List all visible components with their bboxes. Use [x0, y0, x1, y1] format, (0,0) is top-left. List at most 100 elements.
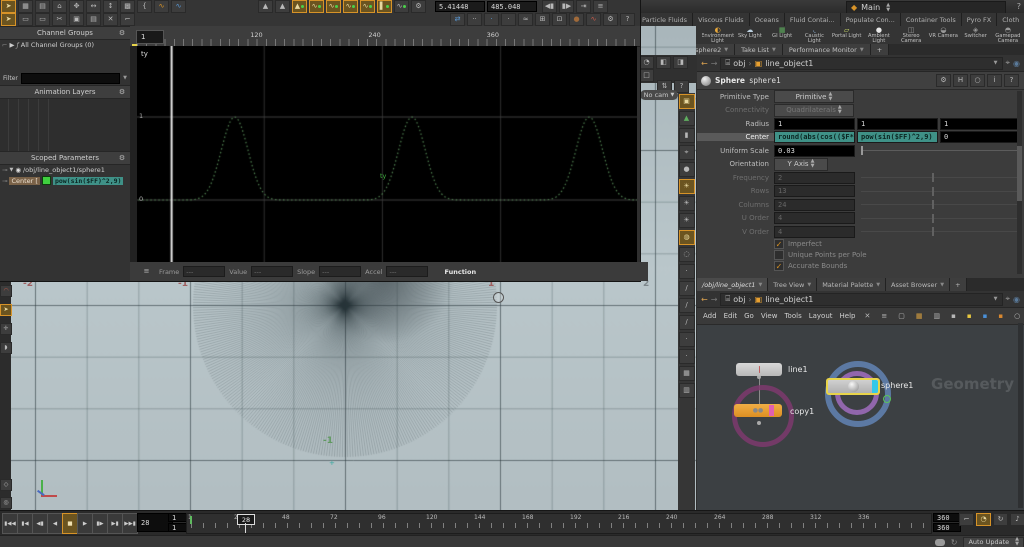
forward-icon[interactable]: → — [711, 295, 718, 304]
cursor-value-readout[interactable]: 485.048 — [487, 1, 537, 12]
auto-key-button[interactable]: ⌐ — [959, 513, 974, 526]
wire-shade-icon[interactable]: □ — [639, 69, 654, 82]
flipbook-icon[interactable]: ◎ — [0, 497, 12, 509]
menu-edit[interactable]: Edit — [724, 312, 738, 320]
param-checkbox[interactable]: ✓ — [774, 261, 784, 271]
network-tab-tree-view[interactable]: Tree View▼ — [768, 278, 817, 291]
headlight-icon[interactable]: ☀ — [679, 179, 695, 194]
shelf-tab-pyro-fx[interactable]: Pyro FX — [962, 13, 998, 26]
net-list-icon[interactable]: ≡ — [880, 310, 888, 323]
high-quality-lights-icon[interactable]: ☀ — [679, 213, 695, 228]
key-paste-icon[interactable]: ∿ — [394, 0, 409, 13]
menu-add[interactable]: Add — [703, 312, 717, 320]
vector-red-icon[interactable]: ∿ — [586, 13, 601, 26]
node-copy1[interactable]: ●● — [734, 404, 782, 417]
param-dropdown[interactable]: Y Axis▲▼ — [774, 158, 828, 171]
animation-curve-graph[interactable] — [137, 46, 637, 262]
sphere-brown-icon[interactable]: ● — [569, 13, 584, 26]
main-help-icon[interactable]: ? — [1017, 2, 1021, 11]
loop-mode-button[interactable]: ↻ — [993, 513, 1008, 526]
switcher-tool[interactable]: ◈Switcher — [960, 26, 992, 44]
key-scale-icon[interactable]: ∿ — [326, 0, 341, 13]
settings-gear-icon[interactable]: ⚙ — [603, 13, 618, 26]
graph-frame-ruler[interactable]: 1 120240360 — [130, 26, 640, 47]
key-bar-icon[interactable]: ▌ — [377, 0, 392, 13]
environment-light-tool[interactable]: ◐Environment Light — [702, 26, 734, 44]
param-search-icon[interactable]: ○ — [970, 74, 985, 87]
dots2-icon[interactable]: ·· — [467, 13, 482, 26]
paste-keys-icon[interactable]: ▤ — [86, 13, 101, 26]
param-field[interactable]: 1 — [940, 118, 1021, 130]
portal-light-tool[interactable]: ▱Portal Light — [831, 26, 863, 44]
net-tools-icon[interactable]: ✕ — [863, 310, 871, 323]
menu-layout[interactable]: Layout — [809, 312, 833, 320]
camera-view-icon[interactable]: ▣ — [679, 94, 695, 109]
param-slider[interactable] — [861, 231, 1018, 232]
shade-mode-icon[interactable]: ◧ — [656, 56, 671, 69]
handle-b-icon[interactable]: / — [679, 298, 695, 313]
pin-icon[interactable]: ⌖ — [1006, 294, 1011, 304]
handle-a-icon[interactable]: / — [679, 281, 695, 296]
anim-gear-icon[interactable]: ⚙ — [411, 0, 426, 13]
network-breadcrumb[interactable]: ⌸obj › ▣line_object1 ▼ — [720, 293, 1002, 306]
param-dropdown[interactable]: Primitive▲▼ — [774, 90, 854, 103]
animation-layers-gear-icon[interactable]: ⚙ — [117, 88, 127, 97]
net-grid2-icon[interactable]: ▥ — [932, 310, 941, 323]
key-add-icon[interactable]: ▲ — [292, 0, 307, 13]
next-keyframe-button[interactable]: ▶▮ — [107, 513, 123, 534]
pin-view-icon[interactable]: ⌖ — [679, 145, 695, 160]
realtime-toggle-button[interactable]: ◔ — [976, 513, 991, 526]
shadows-icon[interactable]: ◍ — [679, 230, 695, 245]
audio-options-button[interactable]: ♪ — [1010, 513, 1024, 526]
param-slider[interactable] — [861, 191, 1018, 192]
param-help-icon[interactable]: ? — [1004, 74, 1019, 87]
param-field[interactable]: round(abs(cos(($F*36 — [774, 131, 855, 143]
node-line1[interactable]: / — [736, 363, 782, 376]
menu-view[interactable]: View — [761, 312, 778, 320]
param-slider[interactable] — [861, 218, 1018, 219]
shelf-tab-populate-con-[interactable]: Populate Con... — [841, 13, 901, 26]
panel-a-icon[interactable]: ⊞ — [535, 13, 550, 26]
box-select-icon[interactable]: ▭ — [18, 13, 33, 26]
menu-go[interactable]: Go — [744, 312, 754, 320]
graph-view-icon[interactable]: ▩ — [120, 0, 135, 13]
pivot-handle[interactable] — [493, 292, 504, 303]
sky-light-tool[interactable]: ☁Sky Light — [734, 26, 766, 44]
channel-groups-gear-icon[interactable]: ⚙ — [117, 29, 127, 38]
gamepad-camera-tool[interactable]: ◓Gamepad Camera — [992, 26, 1024, 44]
footer-value-field[interactable]: --- — [251, 266, 293, 277]
fit-vertical-icon[interactable]: ↕ — [103, 0, 118, 13]
param-checkbox[interactable] — [774, 250, 784, 260]
param-field[interactable]: 2 — [774, 172, 855, 184]
play-button[interactable]: ▶ — [77, 513, 93, 534]
scoped-parameters-gear-icon[interactable]: ⚙ — [117, 154, 127, 163]
group-list-icon[interactable]: ▥ — [679, 383, 695, 398]
smooth-icon[interactable]: ≈ — [518, 13, 533, 26]
menu-tools[interactable]: Tools — [784, 312, 801, 320]
pane-tab-performance-monitor[interactable]: Performance Monitor▼ — [783, 44, 871, 55]
cut-keys-icon[interactable]: ✂ — [52, 13, 67, 26]
channel-name-chip[interactable]: Center [ — [9, 177, 39, 185]
auto-update-selector[interactable]: Auto Update ▲▼ — [963, 537, 1024, 547]
houdini-badge-icon[interactable]: H — [953, 74, 968, 87]
dopesheet-icon[interactable]: { — [137, 0, 152, 13]
current-frame-marker[interactable]: 28 — [237, 514, 255, 525]
panel-b-icon[interactable]: ⊡ — [552, 13, 567, 26]
select-mode-icon[interactable]: ➤ — [0, 304, 12, 316]
node-name-field[interactable]: sphere1 — [749, 76, 781, 85]
reflections-icon[interactable]: ◌ — [679, 247, 695, 262]
param-slider[interactable] — [861, 177, 1018, 178]
key-pointer-1-icon[interactable]: ▲ — [258, 0, 273, 13]
dot-a-icon[interactable]: · — [679, 264, 695, 279]
prev-keyframe-button[interactable]: ▮◀ — [17, 513, 33, 534]
pointer-tool-icon[interactable]: ➤ — [1, 13, 16, 26]
list-menu-icon[interactable]: ≡ — [593, 0, 608, 13]
frame-all-icon[interactable]: ✥ — [69, 0, 84, 13]
pin-icon[interactable]: ⌖ — [1006, 58, 1011, 68]
goto-frame-icon[interactable]: ⇥ — [576, 0, 591, 13]
goto-end-button[interactable]: ▶▶▮ — [122, 513, 138, 534]
dot-blue-icon[interactable]: · — [484, 13, 499, 26]
translate-mode-icon[interactable]: ✛ — [0, 323, 12, 335]
fit-horizontal-icon[interactable]: ↔ — [86, 0, 101, 13]
texture-mode-icon[interactable]: ◨ — [673, 56, 688, 69]
